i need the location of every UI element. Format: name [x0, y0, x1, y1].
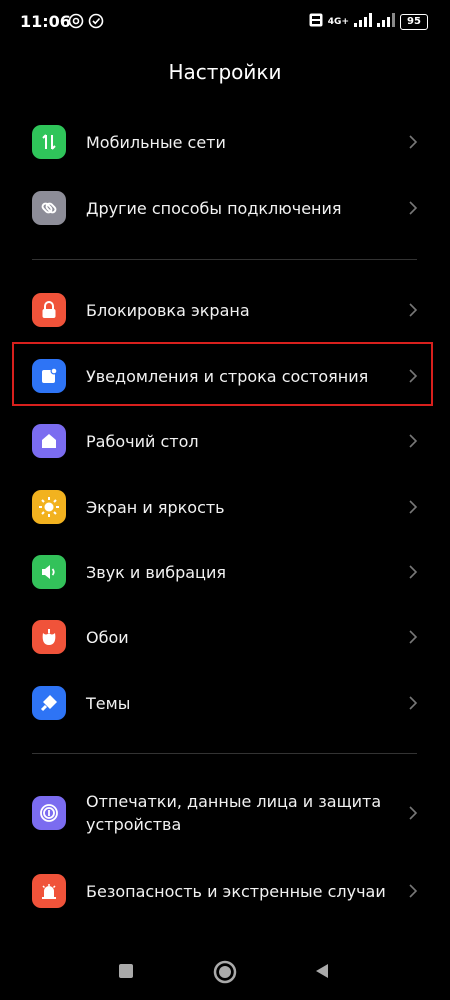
- chevron-right-icon: [408, 629, 418, 649]
- settings-item-label: Экран и яркость: [86, 497, 225, 517]
- status-time: 11:06: [20, 12, 71, 31]
- settings-item-themes[interactable]: Темы: [32, 678, 422, 728]
- page-title: Настройки: [168, 60, 282, 84]
- chevron-right-icon: [408, 564, 418, 584]
- link-icon: [32, 191, 66, 225]
- settings-item-label: Рабочий стол: [86, 431, 199, 451]
- at-icon: [68, 13, 84, 33]
- settings-item-label: Обои: [86, 627, 129, 647]
- settings-item-other-connections[interactable]: Другие способы подключения: [32, 183, 422, 233]
- settings-item-lock-screen[interactable]: Блокировка экрана: [32, 285, 422, 335]
- chevron-right-icon: [408, 883, 418, 903]
- settings-item-label: Звук и вибрация: [86, 562, 226, 582]
- home-icon: [32, 424, 66, 458]
- settings-item-label: Уведомления и строка состояния: [86, 366, 369, 386]
- chevron-right-icon: [408, 805, 418, 825]
- navigation-bar: [0, 950, 450, 995]
- chevron-right-icon: [408, 200, 418, 220]
- battery-indicator: 95: [400, 13, 428, 30]
- settings-item-home-screen[interactable]: Рабочий стол: [32, 416, 422, 466]
- back-icon[interactable]: [313, 962, 331, 984]
- sound-icon: [32, 555, 66, 589]
- wallpaper-icon: [32, 620, 66, 654]
- settings-item-label: Темы: [86, 693, 131, 713]
- chevron-right-icon: [408, 368, 418, 388]
- settings-item-safety[interactable]: Безопасность и экстренные случаи: [32, 866, 422, 916]
- chevron-right-icon: [408, 695, 418, 715]
- settings-item-sound[interactable]: Звук и вибрация: [32, 547, 422, 597]
- settings-item-label: Блокировка экрана: [86, 300, 250, 320]
- chevron-right-icon: [408, 499, 418, 519]
- notification-icon: [32, 359, 66, 393]
- lock-icon: [32, 293, 66, 327]
- recents-icon[interactable]: [117, 962, 135, 984]
- chevron-right-icon: [408, 134, 418, 154]
- volte-icon: [309, 12, 323, 31]
- chevron-right-icon: [408, 433, 418, 453]
- check-circle-icon: [88, 13, 104, 33]
- settings-item-label: Безопасность и экстренные случаи: [86, 881, 386, 901]
- group-divider: [32, 753, 417, 754]
- settings-item-fingerprints[interactable]: Отпечатки, данные лица и защита устройст…: [32, 788, 422, 838]
- network-type: 4G+: [327, 16, 349, 27]
- settings-item-mobile-networks[interactable]: Мобильные сети: [32, 117, 422, 167]
- emergency-icon: [32, 874, 66, 908]
- settings-item-notifications[interactable]: Уведомления и строка состояния: [32, 351, 422, 401]
- signal-icon-2: [377, 12, 395, 31]
- group-divider: [32, 259, 417, 260]
- home-button-icon[interactable]: [213, 960, 237, 988]
- settings-item-label: Другие способы подключения: [86, 198, 342, 218]
- mobile-data-icon: [32, 125, 66, 159]
- chevron-right-icon: [408, 302, 418, 322]
- settings-item-label: Мобильные сети: [86, 132, 226, 152]
- fingerprint-icon: [32, 796, 66, 830]
- settings-item-label: Отпечатки, данные лица и защита устройст…: [86, 792, 382, 834]
- brightness-icon: [32, 490, 66, 524]
- settings-item-display[interactable]: Экран и яркость: [32, 482, 422, 532]
- signal-icon: [354, 12, 372, 31]
- status-bar: 11:06 4G+ 95: [0, 0, 450, 44]
- themes-icon: [32, 686, 66, 720]
- settings-item-wallpaper[interactable]: Обои: [32, 612, 422, 662]
